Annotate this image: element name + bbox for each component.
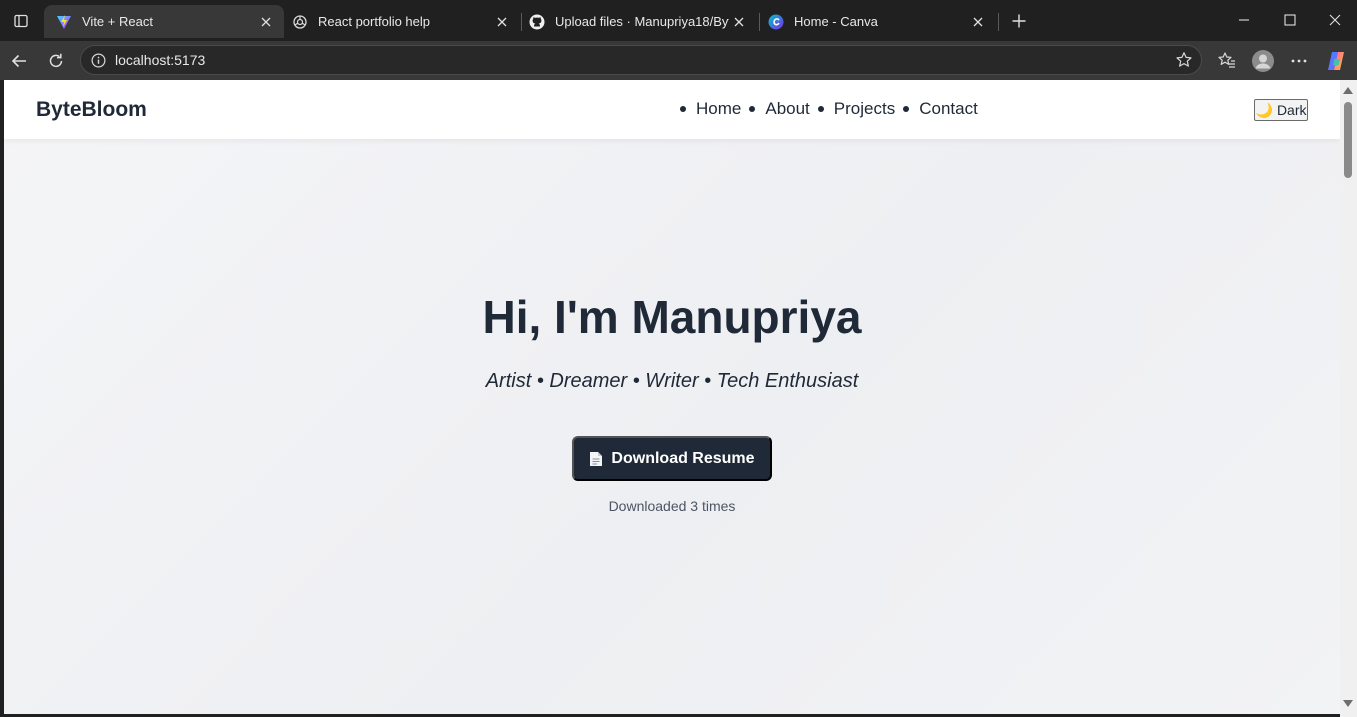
sidebar-toggle-icon[interactable]	[8, 8, 34, 34]
tab-upload-files-github[interactable]: Upload files · Manupriya18/ByteBloom	[517, 5, 757, 38]
download-count-text: Downloaded 3 times	[608, 498, 736, 514]
tab-vite-react[interactable]: Vite + React	[44, 5, 284, 38]
close-icon[interactable]	[256, 12, 276, 32]
dark-mode-toggle-button[interactable]: 🌙 Dark	[1254, 99, 1308, 121]
bullet-icon	[903, 106, 910, 112]
moon-icon: 🌙	[1255, 101, 1273, 118]
hero-subtitle: Artist • Dreamer • Writer • Tech Enthusi…	[485, 370, 859, 392]
maximize-icon[interactable]	[1268, 6, 1312, 34]
bullet-icon	[817, 106, 824, 112]
scrollbar-thumb[interactable]	[1344, 102, 1352, 178]
github-icon	[529, 14, 545, 30]
chatgpt-icon	[292, 14, 308, 30]
scroll-up-icon[interactable]	[1343, 86, 1353, 94]
back-icon[interactable]	[5, 47, 33, 75]
favorite-star-icon[interactable]	[1173, 49, 1195, 71]
menu-item-projects[interactable]: Projects	[817, 99, 895, 119]
tab-react-portfolio-help[interactable]: React portfolio help	[280, 5, 520, 38]
tab-home-canva[interactable]: Home - Canva	[756, 5, 996, 38]
scroll-down-icon[interactable]	[1343, 699, 1353, 707]
minimize-icon[interactable]	[1222, 6, 1266, 34]
download-resume-button[interactable]: Download Resume	[572, 436, 772, 481]
address-bar[interactable]: localhost:5173	[80, 45, 1202, 75]
tab-strip: Vite + React React portfolio help Upload…	[0, 0, 1357, 41]
tab-title: Upload files · Manupriya18/ByteBloom	[555, 14, 729, 29]
vite-icon	[56, 14, 72, 30]
bullet-icon	[749, 106, 756, 112]
close-icon[interactable]	[492, 12, 512, 32]
close-icon[interactable]	[729, 12, 749, 32]
main-menu: Home About Projects Contact	[680, 99, 986, 119]
profile-avatar-icon[interactable]	[1250, 48, 1276, 74]
menu-item-label[interactable]: About	[765, 99, 809, 119]
close-icon[interactable]	[968, 12, 988, 32]
more-options-icon[interactable]	[1286, 48, 1312, 74]
tab-separator	[998, 13, 999, 31]
browser-toolbar: localhost:5173	[0, 41, 1357, 80]
menu-item-about[interactable]: About	[749, 99, 810, 119]
copilot-icon[interactable]	[1323, 48, 1349, 74]
site-logo[interactable]: ByteBloom	[36, 98, 147, 122]
site-info-icon[interactable]	[90, 52, 106, 68]
tab-title: React portfolio help	[318, 14, 431, 29]
download-resume-label: Download Resume	[611, 449, 755, 467]
menu-item-label[interactable]: Projects	[834, 99, 895, 119]
hero-title: Hi, I'm Manupriya	[482, 291, 862, 343]
document-icon	[589, 451, 603, 467]
menu-item-label[interactable]: Home	[696, 99, 741, 119]
theme-toggle-label: Dark	[1276, 102, 1307, 118]
tab-title: Home - Canva	[794, 14, 878, 29]
menu-item-contact[interactable]: Contact	[903, 99, 978, 119]
tab-title: Vite + React	[82, 14, 153, 29]
page-viewport: ByteBloom Home About Projects Contact 🌙 …	[4, 80, 1340, 714]
new-tab-icon[interactable]	[1007, 9, 1031, 33]
url-text[interactable]: localhost:5173	[115, 52, 1173, 68]
menu-item-label[interactable]: Contact	[919, 99, 978, 119]
site-navbar: ByteBloom Home About Projects Contact 🌙 …	[4, 80, 1340, 139]
window-close-icon[interactable]	[1313, 6, 1357, 34]
refresh-icon[interactable]	[42, 47, 70, 75]
canva-icon	[768, 14, 784, 30]
bullet-icon	[680, 106, 686, 112]
menu-item-home[interactable]: Home	[680, 99, 741, 119]
page-scrollbar[interactable]	[1340, 80, 1357, 717]
favorites-icon[interactable]	[1214, 48, 1240, 74]
